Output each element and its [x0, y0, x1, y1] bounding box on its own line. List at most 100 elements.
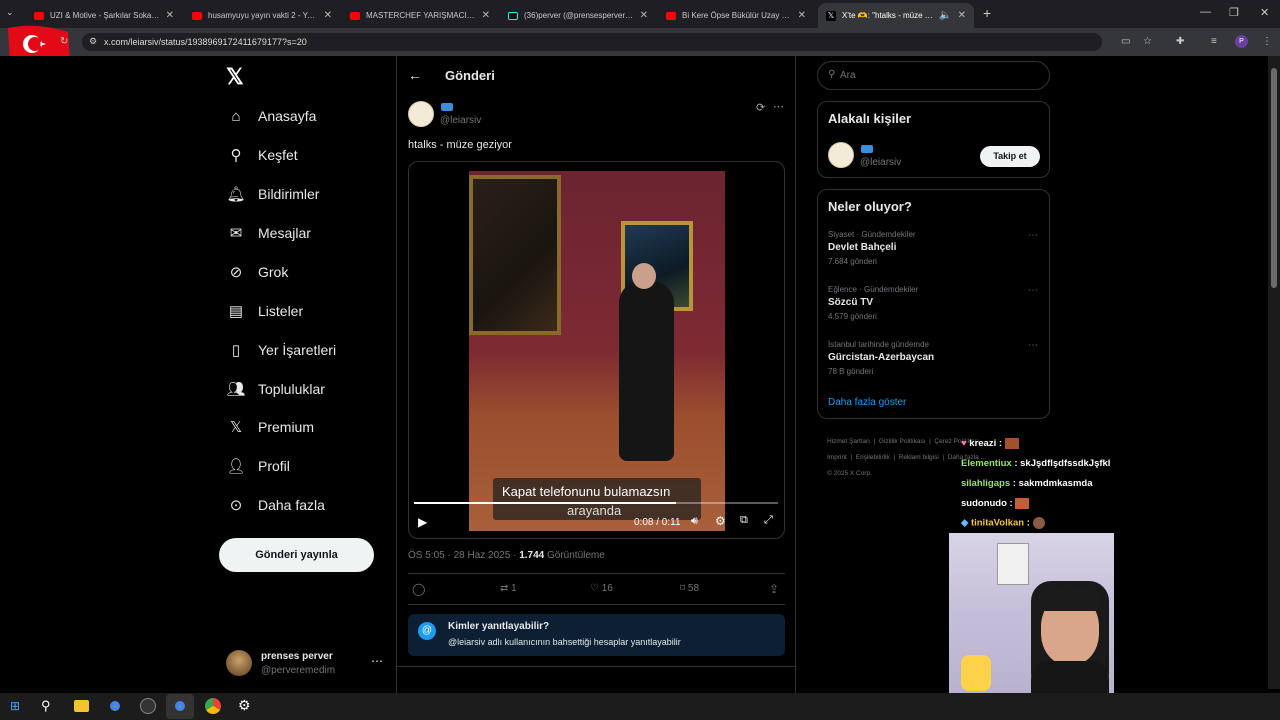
- trend-more-icon[interactable]: ⋯: [1028, 340, 1038, 351]
- scrollbar-thumb[interactable]: [1271, 68, 1277, 288]
- sidebar-item-label: Profil: [258, 458, 290, 474]
- more-circle-icon: ⊙: [229, 497, 243, 514]
- close-tab-icon[interactable]: ✕: [798, 10, 806, 21]
- avatar[interactable]: [408, 101, 434, 127]
- search-input[interactable]: Ara: [840, 70, 856, 81]
- post-date[interactable]: ÖS 5:05 · 28 Haz 2025 ·: [408, 550, 516, 561]
- account-switcher[interactable]: prenses perver @perveremedim ⋯: [226, 648, 386, 680]
- retweet-button[interactable]: ⇄ 1: [500, 583, 517, 594]
- trend-item[interactable]: İstanbul tarihinde gündemde Gürcistan-Az…: [828, 340, 1043, 376]
- chrome-active-icon[interactable]: [172, 698, 188, 714]
- browser-menu-icon[interactable]: ⋮: [1262, 36, 1272, 47]
- volume-icon[interactable]: 🔊︎: [691, 515, 698, 528]
- post-more-icon[interactable]: ⋯: [773, 100, 784, 113]
- close-window-icon[interactable]: ✕: [1260, 6, 1269, 19]
- browser-tab[interactable]: Bi Kere Öpse Bükülür Uzay (Big ✕: [658, 3, 814, 28]
- trend-item[interactable]: Eğlence · Gündemdekiler Sözcü TV 4.579 g…: [828, 285, 1043, 321]
- bottom-divider: [397, 666, 795, 667]
- search-icon[interactable]: ⚲: [41, 698, 51, 714]
- settings-gear-icon[interactable]: ⚙: [238, 697, 251, 714]
- close-tab-icon[interactable]: ✕: [482, 10, 490, 21]
- site-info-icon[interactable]: ⚙: [89, 36, 97, 47]
- extensions-icon[interactable]: ✚: [1176, 36, 1184, 47]
- footer-link[interactable]: Gizlilik Politikası: [879, 438, 926, 445]
- pip-icon[interactable]: ⧉: [740, 514, 748, 527]
- play-icon[interactable]: ▶: [418, 515, 427, 529]
- folder-emoji-icon: [441, 103, 453, 111]
- trend-name: Gürcistan-Azerbaycan: [828, 352, 935, 363]
- app-icon[interactable]: [140, 698, 156, 714]
- browser-tab[interactable]: husamyuyu yayın vakti 2 - YouT ✕: [184, 3, 340, 28]
- account-more-icon[interactable]: ⋯: [371, 654, 383, 668]
- x-logo-icon[interactable]: 𝕏: [226, 64, 244, 90]
- browser-tab[interactable]: MASTERCHEF YARIŞMACILARIN ✕: [342, 3, 498, 28]
- trend-more-icon[interactable]: ⋯: [1028, 285, 1038, 296]
- chrome-profile-icon[interactable]: [205, 698, 221, 714]
- footer-link[interactable]: Imprint: [827, 454, 847, 461]
- related-handle[interactable]: @leiarsiv: [860, 157, 901, 168]
- grok-explain-icon[interactable]: ⟳: [756, 101, 765, 114]
- trend-count: 78 B gönderi: [828, 367, 874, 376]
- close-tab-icon[interactable]: ✕: [958, 10, 966, 21]
- restore-icon[interactable]: ❐: [1229, 6, 1239, 19]
- post-button[interactable]: Gönderi yayınla: [219, 538, 374, 572]
- scrollbar[interactable]: [1268, 56, 1280, 689]
- new-tab-icon[interactable]: +: [983, 5, 991, 21]
- footer-link[interactable]: Hizmet Şartları: [827, 438, 870, 445]
- chat-message: silahligaps : sakmdmkasmda: [961, 478, 1093, 489]
- profile-avatar[interactable]: P: [1235, 35, 1248, 48]
- follow-button[interactable]: Takip et: [980, 146, 1040, 167]
- tab-title: MASTERCHEF YARIŞMACILARIN: [366, 11, 476, 20]
- media-icon[interactable]: ≡: [1211, 36, 1217, 47]
- close-tab-icon[interactable]: ✕: [166, 10, 174, 21]
- bookmark-icon: ⌑: [680, 583, 686, 594]
- settings-gear-icon[interactable]: ⚙: [715, 514, 726, 528]
- sidebar-item-communities[interactable]: 👥︎ Topluluklar: [226, 374, 324, 404]
- trend-more-icon[interactable]: ⋯: [1028, 230, 1038, 241]
- browser-tab-active[interactable]: 𝕏 X'te 🫶: "htalks - müze gez 🔈 ✕: [818, 3, 974, 28]
- cast-icon[interactable]: ▭: [1121, 36, 1130, 47]
- speaker-icon[interactable]: 🔈: [939, 10, 951, 21]
- chat-text: skJşdflşdfssdkJşfkl: [1020, 458, 1111, 469]
- reload-icon[interactable]: ↻: [60, 36, 68, 47]
- windows-start-icon[interactable]: ⊞: [10, 699, 20, 713]
- sidebar-item-premium[interactable]: 𝕏 Premium: [226, 412, 314, 442]
- profile-icon: 👤︎: [226, 458, 246, 475]
- author-handle[interactable]: @leiarsiv: [440, 115, 481, 126]
- share-icon[interactable]: ⇪: [769, 582, 779, 596]
- search-box[interactable]: ⚲ Ara: [817, 61, 1050, 90]
- avatar[interactable]: [828, 142, 854, 168]
- bookmark-star-icon[interactable]: ☆: [1143, 36, 1152, 47]
- tab-search-icon[interactable]: ⌄: [6, 7, 14, 18]
- bookmark-button[interactable]: ⌑ 58: [680, 583, 699, 594]
- back-arrow-icon[interactable]: ←: [408, 67, 422, 83]
- chrome-icon[interactable]: [107, 698, 123, 714]
- address-bar[interactable]: ⚙ x.com/leiarsiv/status/1938969172411679…: [82, 33, 1102, 51]
- reply-icon[interactable]: ◯: [412, 582, 425, 596]
- close-tab-icon[interactable]: ✕: [324, 10, 332, 21]
- sidebar-item-messages[interactable]: ✉ Mesajlar: [226, 218, 311, 248]
- fullscreen-icon[interactable]: ⤢: [764, 514, 773, 527]
- sidebar-item-label: Grok: [258, 264, 289, 280]
- youtube-icon: [350, 11, 360, 20]
- file-explorer-icon[interactable]: [74, 700, 89, 712]
- close-tab-icon[interactable]: ✕: [640, 10, 648, 21]
- footer-link[interactable]: Reklam bilgisi: [899, 454, 939, 461]
- sidebar-item-profile[interactable]: 👤︎ Profil: [226, 451, 290, 481]
- footer-link[interactable]: Erişilebilirlik: [856, 454, 890, 461]
- trend-item[interactable]: Siyaset · Gündemdekiler Devlet Bahçeli 7…: [828, 230, 1043, 266]
- sidebar-item-notifications[interactable]: 🔔︎ Bildirimler: [226, 179, 319, 209]
- sidebar-item-lists[interactable]: ▤ Listeler: [226, 296, 303, 326]
- sidebar-item-grok[interactable]: ⊘ Grok: [226, 257, 289, 287]
- like-button[interactable]: ♡ 16: [590, 583, 613, 594]
- video-progress-track[interactable]: [414, 502, 778, 504]
- sidebar-item-more[interactable]: ⊙ Daha fazla: [226, 490, 325, 520]
- show-more-link[interactable]: Daha fazla göster: [828, 397, 906, 408]
- minimize-icon[interactable]: —: [1200, 6, 1211, 18]
- sidebar-item-bookmarks[interactable]: ▯ Yer İşaretleri: [226, 335, 336, 365]
- sidebar-item-explore[interactable]: ⚲ Keşfet: [226, 140, 298, 170]
- bookmark-count: 58: [687, 583, 700, 594]
- chat-message: sudonudo :: [961, 498, 1030, 509]
- browser-tab[interactable]: (36)perver (@prensesperver) | T ✕: [500, 3, 656, 28]
- sidebar-item-home[interactable]: ⌂ Anasayfa: [226, 101, 316, 131]
